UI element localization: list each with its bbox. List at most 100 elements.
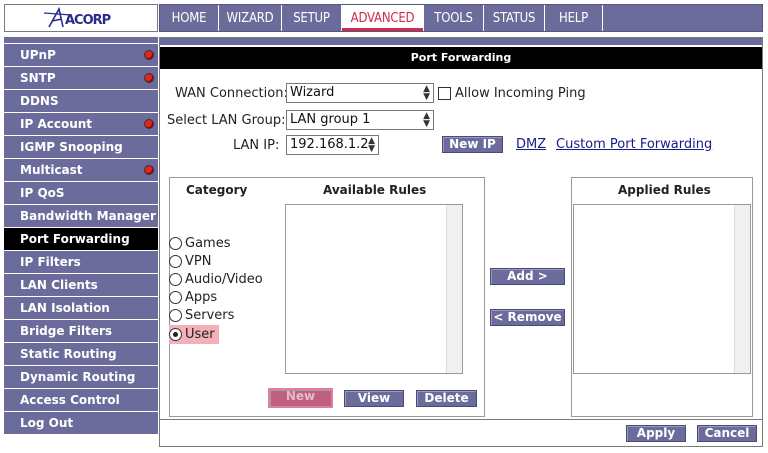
alert-dot-icon: [144, 50, 154, 60]
sidebar-item-label: LAN Isolation: [20, 301, 110, 315]
alert-dot-icon: [144, 165, 154, 175]
page-title: Port Forwarding: [160, 47, 762, 69]
wan-connection-value: Wizard: [290, 85, 335, 100]
nav-home[interactable]: HOME: [160, 5, 219, 31]
sidebar-item-ddns[interactable]: DDNS: [4, 90, 158, 112]
category-apps-label: Apps: [185, 290, 218, 305]
sidebar-item-lan-clients[interactable]: LAN Clients: [4, 274, 158, 296]
category-games-label: Games: [185, 236, 231, 251]
category-title: Category: [186, 183, 248, 197]
lan-group-value: LAN group 1: [290, 112, 371, 127]
sidebar-item-ip-account[interactable]: IP Account: [4, 113, 158, 135]
sidebar-item-label: Static Routing: [20, 347, 117, 361]
radio-button[interactable]: [169, 273, 182, 286]
category-vpn-label: VPN: [185, 254, 212, 269]
logo-text: ACORP: [65, 13, 111, 28]
category-audio-video-label: Audio/Video: [185, 272, 263, 287]
available-rules-title: Available Rules: [323, 183, 427, 197]
sidebar-item-label: Access Control: [20, 393, 120, 407]
applied-rules-list[interactable]: [573, 204, 751, 374]
sidebar-item-label: IP Filters: [20, 255, 81, 269]
radio-button[interactable]: [169, 255, 182, 268]
sidebar: UPnP SNTP DDNS IP Account IGMP Snooping …: [4, 44, 158, 435]
category-apps[interactable]: Apps: [169, 290, 217, 305]
sidebar-item-sntp[interactable]: SNTP: [4, 67, 158, 89]
view-rule-button[interactable]: View: [344, 390, 404, 407]
updown-arrows-icon: ▲ ▼: [423, 111, 430, 129]
remove-rule-button[interactable]: < Remove: [490, 309, 565, 326]
sidebar-item-port-forwarding[interactable]: Port Forwarding: [4, 228, 158, 250]
sidebar-item-label: Port Forwarding: [20, 232, 130, 246]
add-rule-button[interactable]: Add >: [490, 268, 565, 285]
sidebar-item-label: Bandwidth Manager: [20, 209, 156, 223]
radio-button[interactable]: [169, 237, 182, 250]
cancel-button[interactable]: Cancel: [697, 425, 757, 442]
sidebar-item-upnp[interactable]: UPnP: [4, 44, 158, 66]
sidebar-item-label: Dynamic Routing: [20, 370, 136, 384]
sidebar-item-ip-filters[interactable]: IP Filters: [4, 251, 158, 273]
allow-ping-checkbox[interactable]: [438, 87, 451, 100]
available-rules-list[interactable]: [285, 204, 463, 374]
new-ip-button[interactable]: New IP: [442, 136, 503, 153]
footer-divider: [160, 419, 762, 420]
lan-ip-label: LAN IP:: [233, 138, 280, 153]
sidebar-item-label: IGMP Snooping: [20, 140, 123, 154]
category-audio-video[interactable]: Audio/Video: [169, 272, 263, 287]
radio-button[interactable]: [169, 309, 182, 322]
sidebar-item-label: Multicast: [20, 163, 83, 177]
sidebar-item-ip-qos[interactable]: IP QoS: [4, 182, 158, 204]
new-rule-button[interactable]: New: [268, 388, 333, 408]
dmz-link[interactable]: DMZ: [516, 137, 546, 152]
nav-wizard[interactable]: WIZARD: [219, 5, 282, 31]
sidebar-item-label: Log Out: [20, 416, 74, 430]
top-nav: HOME WIZARD SETUP ADVANCED TOOLS STATUS …: [159, 4, 763, 32]
lan-ip-select[interactable]: 192.168.1.2 ▲ ▼: [286, 135, 379, 155]
sidebar-item-label: Bridge Filters: [20, 324, 113, 338]
updown-arrows-icon: ▲ ▼: [423, 84, 430, 102]
lan-group-select[interactable]: LAN group 1 ▲ ▼: [286, 110, 434, 130]
sidebar-item-lan-isolation[interactable]: LAN Isolation: [4, 297, 158, 319]
sidebar-item-access-control[interactable]: Access Control: [4, 389, 158, 411]
wan-connection-select[interactable]: Wizard ▲ ▼: [286, 83, 434, 103]
lan-ip-value: 192.168.1.2: [290, 137, 369, 152]
sidebar-top-strip: [4, 37, 158, 43]
nav-status[interactable]: STATUS: [484, 5, 545, 31]
main-top-strip: [160, 38, 762, 45]
category-servers[interactable]: Servers: [169, 308, 234, 323]
category-games[interactable]: Games: [169, 236, 230, 251]
alert-dot-icon: [144, 119, 154, 129]
radio-button[interactable]: [169, 291, 182, 304]
sidebar-item-log-out[interactable]: Log Out: [4, 412, 158, 434]
category-vpn[interactable]: VPN: [169, 254, 211, 269]
sidebar-item-multicast[interactable]: Multicast: [4, 159, 158, 181]
nav-help[interactable]: HELP: [545, 5, 603, 31]
radio-button-selected[interactable]: [169, 328, 182, 341]
custom-port-forwarding-link[interactable]: Custom Port Forwarding: [556, 137, 712, 152]
sidebar-item-bridge-filters[interactable]: Bridge Filters: [4, 320, 158, 342]
delete-rule-button[interactable]: Delete: [416, 390, 477, 407]
apply-button[interactable]: Apply: [626, 425, 686, 442]
sidebar-item-dynamic-routing[interactable]: Dynamic Routing: [4, 366, 158, 388]
scrollbar[interactable]: [734, 205, 750, 373]
acorp-logo: ACORP: [4, 4, 158, 32]
sidebar-item-bandwidth-manager[interactable]: Bandwidth Manager: [4, 205, 158, 227]
category-user[interactable]: User: [169, 325, 219, 344]
scrollbar[interactable]: [446, 205, 462, 373]
sidebar-item-label: LAN Clients: [20, 278, 98, 292]
acorp-logo-graphic: ACORP: [43, 7, 112, 28]
sidebar-item-label: SNTP: [20, 71, 56, 85]
applied-rules-title: Applied Rules: [618, 183, 711, 197]
updown-arrows-icon: ▲ ▼: [368, 136, 375, 154]
nav-advanced[interactable]: ADVANCED: [342, 5, 424, 31]
nav-setup[interactable]: SETUP: [282, 5, 342, 31]
sidebar-item-label: DDNS: [20, 94, 59, 108]
category-servers-label: Servers: [185, 308, 235, 323]
wan-connection-label: WAN Connection:: [175, 86, 288, 101]
nav-tools[interactable]: TOOLS: [424, 5, 484, 31]
sidebar-item-igmp-snooping[interactable]: IGMP Snooping: [4, 136, 158, 158]
sidebar-item-static-routing[interactable]: Static Routing: [4, 343, 158, 365]
sidebar-item-label: UPnP: [20, 48, 56, 62]
allow-ping-label: Allow Incoming Ping: [455, 86, 586, 101]
alert-dot-icon: [144, 73, 154, 83]
main-panel: Port Forwarding WAN Connection: Wizard ▲…: [159, 37, 763, 447]
